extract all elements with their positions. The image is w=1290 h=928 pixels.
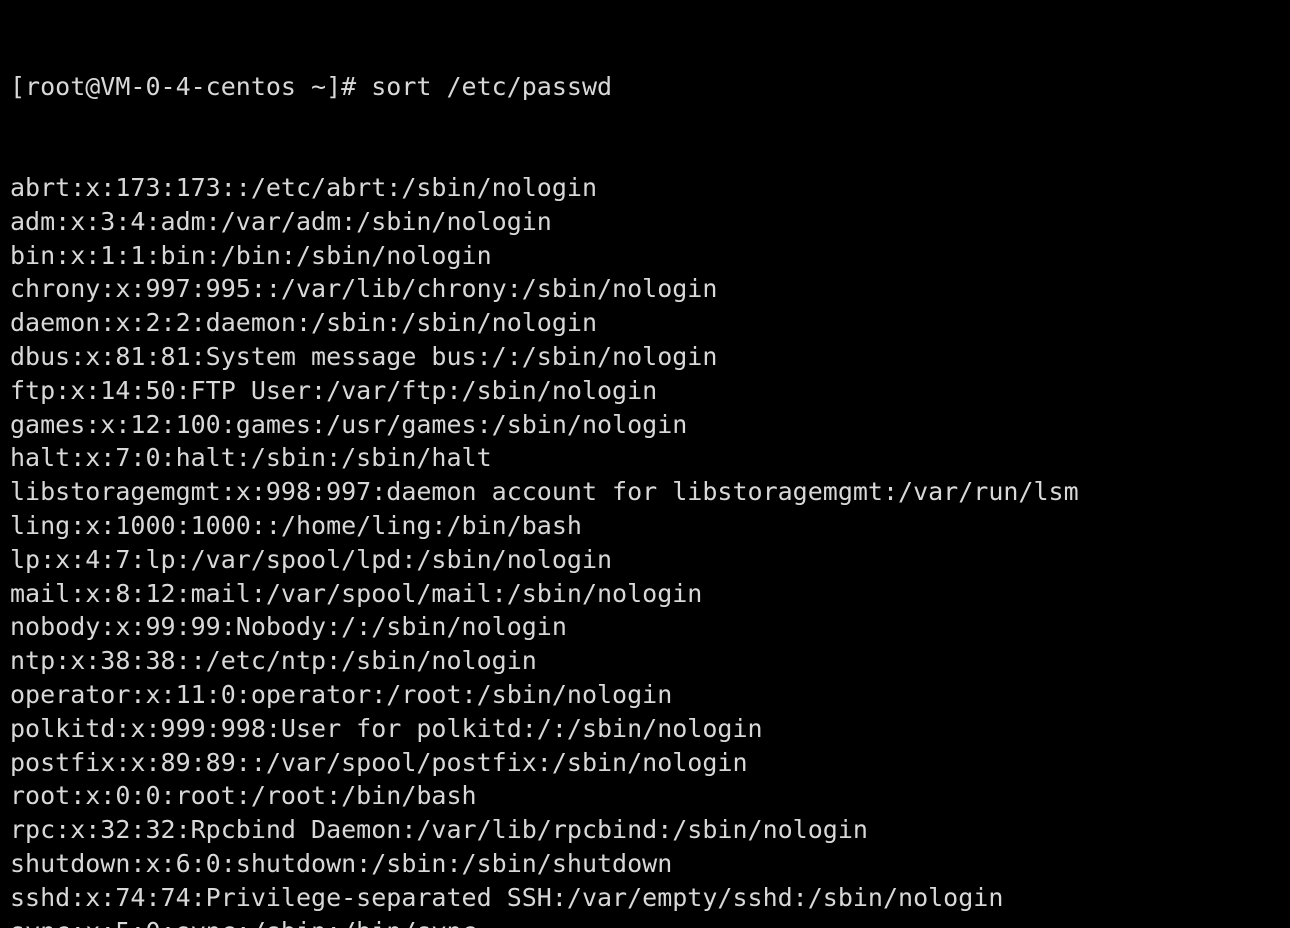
terminal-output-line: libstoragemgmt:x:998:997:daemon account … bbox=[10, 477, 1079, 507]
terminal-output-line: shutdown:x:6:0:shutdown:/sbin:/sbin/shut… bbox=[10, 848, 673, 878]
terminal-output-line: nobody:x:99:99:Nobody:/:/sbin/nologin bbox=[10, 612, 567, 642]
terminal-output-line: sync:x:5:0:sync:/sbin:/bin/sync bbox=[10, 915, 1290, 928]
terminal-output-line: rpc:x:32:32:Rpcbind Daemon:/var/lib/rpcb… bbox=[10, 815, 868, 845]
terminal-output-line: daemon:x:2:2:daemon:/sbin:/sbin/nologin bbox=[10, 308, 597, 338]
terminal-output-line: abrt:x:173:173::/etc/abrt:/sbin/nologin bbox=[10, 172, 597, 202]
terminal-output-line: lp:x:4:7:lp:/var/spool/lpd:/sbin/nologin bbox=[10, 544, 613, 574]
terminal-output-line: halt:x:7:0:halt:/sbin:/sbin/halt bbox=[10, 443, 492, 473]
terminal-output-line: dbus:x:81:81:System message bus:/:/sbin/… bbox=[10, 341, 718, 371]
terminal-output-line: operator:x:11:0:operator:/root:/sbin/nol… bbox=[10, 679, 673, 709]
terminal-output-line: polkitd:x:999:998:User for polkitd:/:/sb… bbox=[10, 713, 763, 743]
terminal-output-line: ftp:x:14:50:FTP User:/var/ftp:/sbin/nolo… bbox=[10, 375, 658, 405]
terminal-prompt-line: [root@VM-0-4-centos ~]# sort /etc/passwd bbox=[10, 71, 613, 101]
terminal-output-line: ling:x:1000:1000::/home/ling:/bin/bash bbox=[10, 510, 582, 540]
terminal-output-line: mail:x:8:12:mail:/var/spool/mail:/sbin/n… bbox=[10, 578, 703, 608]
terminal-window[interactable]: [root@VM-0-4-centos ~]# sort /etc/passwd… bbox=[0, 0, 1290, 928]
terminal-output: abrt:x:173:173::/etc/abrt:/sbin/nologina… bbox=[10, 171, 1290, 928]
terminal-output-line: games:x:12:100:games:/usr/games:/sbin/no… bbox=[10, 409, 688, 439]
terminal-output-line: ntp:x:38:38::/etc/ntp:/sbin/nologin bbox=[10, 646, 537, 676]
terminal-output-line: chrony:x:997:995::/var/lib/chrony:/sbin/… bbox=[10, 274, 718, 304]
terminal-output-line: postfix:x:89:89::/var/spool/postfix:/sbi… bbox=[10, 747, 748, 777]
terminal-screen[interactable]: [root@VM-0-4-centos ~]# sort /etc/passwd… bbox=[10, 2, 1290, 928]
terminal-output-line: adm:x:3:4:adm:/var/adm:/sbin/nologin bbox=[10, 206, 552, 236]
terminal-output-line: root:x:0:0:root:/root:/bin/bash bbox=[10, 781, 477, 811]
terminal-output-line: bin:x:1:1:bin:/bin:/sbin/nologin bbox=[10, 240, 492, 270]
terminal-output-line: sshd:x:74:74:Privilege-separated SSH:/va… bbox=[10, 882, 1004, 912]
